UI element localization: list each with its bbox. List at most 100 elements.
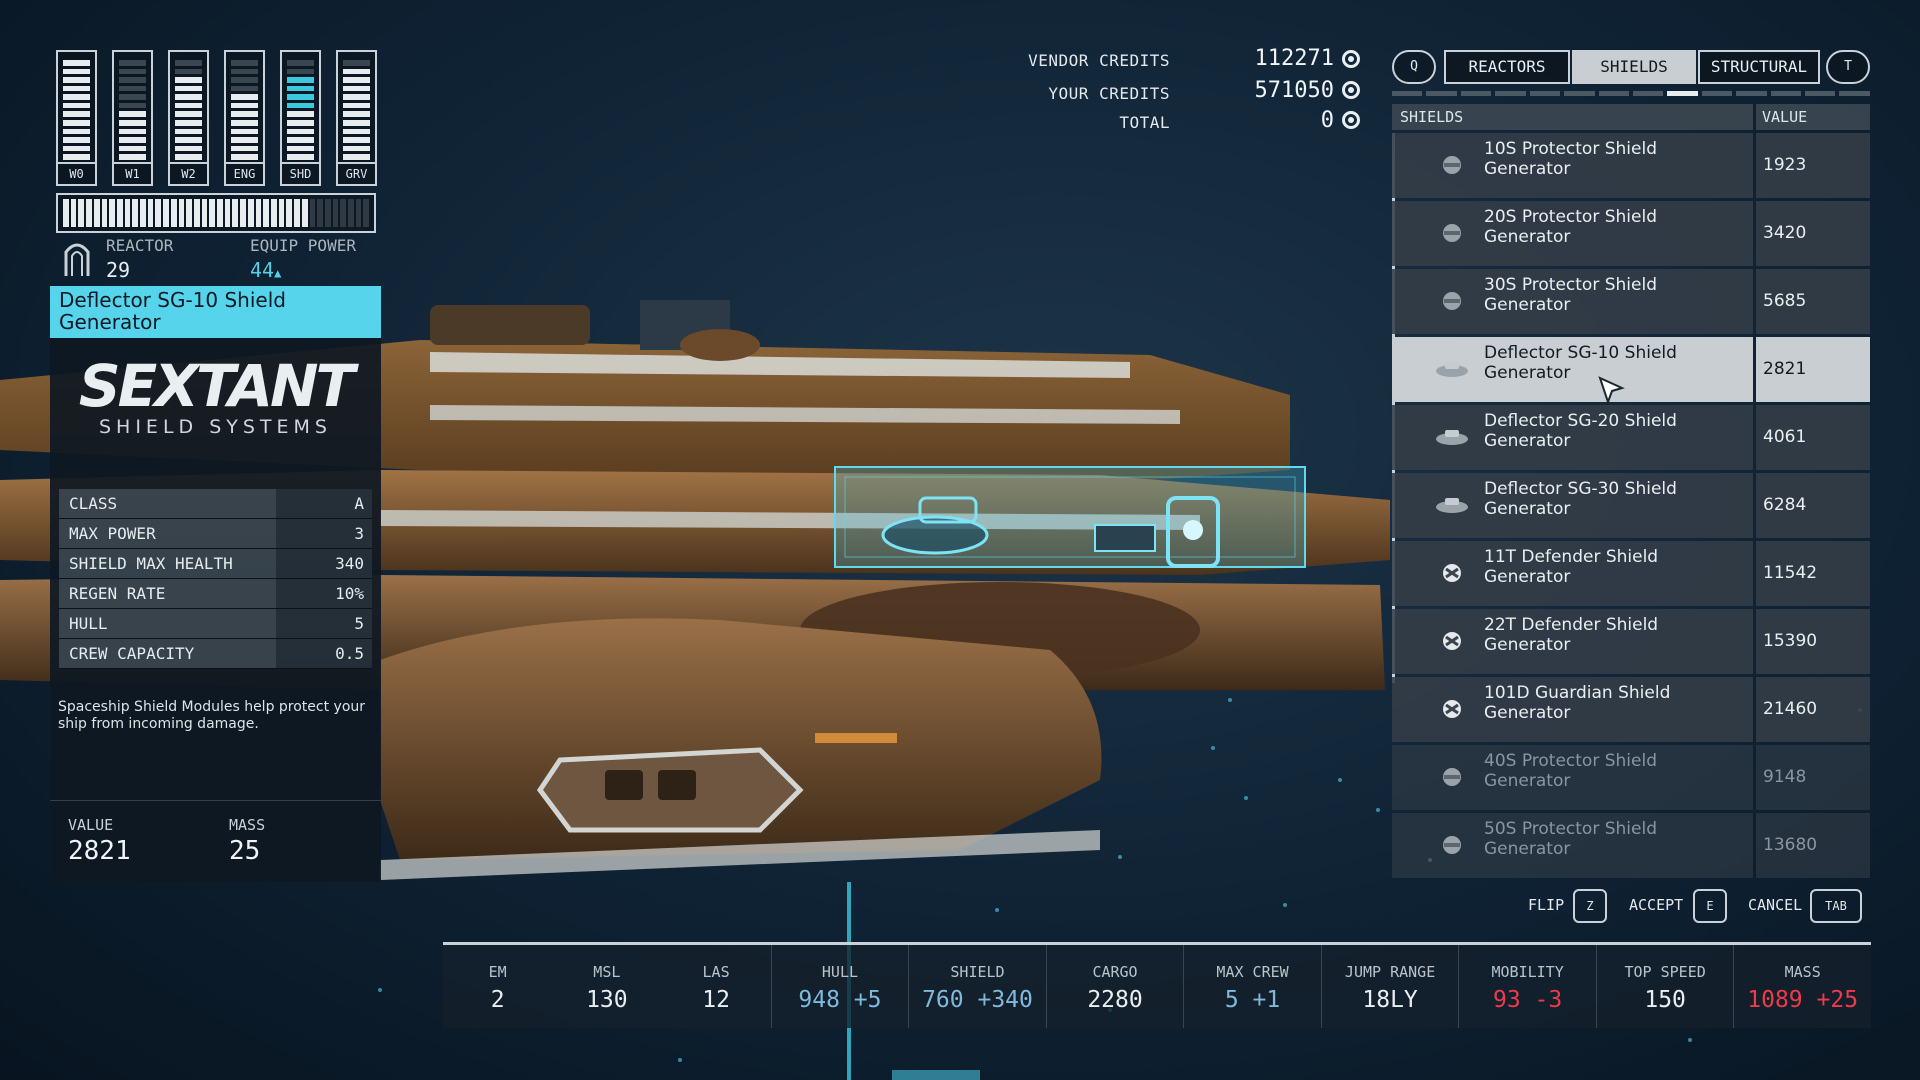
list-item-name-cell: Deflector SG-30 Shield Generator bbox=[1392, 473, 1753, 538]
stat-value: 5 bbox=[276, 609, 372, 638]
list-item[interactable]: 10S Protector Shield Generator 1923 bbox=[1392, 133, 1870, 198]
list-item-name: 10S Protector Shield Generator bbox=[1484, 139, 1657, 179]
list-item[interactable]: 50S Protector Shield Generator 13680 bbox=[1392, 813, 1870, 878]
ship-stat-value: 130 bbox=[586, 987, 628, 1013]
ship-stat-value: 93 -3 bbox=[1492, 987, 1563, 1013]
reactor-icon bbox=[64, 243, 90, 276]
prev-tab-key[interactable]: Q bbox=[1392, 50, 1436, 84]
list-item[interactable]: 40S Protector Shield Generator 9148 bbox=[1392, 745, 1870, 810]
cancel-button[interactable]: TAB bbox=[1810, 889, 1862, 923]
vendor-credits-label: VENDOR CREDITS bbox=[1028, 51, 1170, 70]
ship-stat-label: MASS bbox=[1784, 963, 1821, 981]
flip-label: FLIP bbox=[1528, 896, 1565, 914]
your-credits-value: 571050 bbox=[1254, 78, 1334, 103]
list-item-name-cell: Deflector SG-20 Shield Generator bbox=[1392, 405, 1753, 470]
list-item-value: 11542 bbox=[1756, 541, 1870, 606]
mass-amount: 25 bbox=[229, 836, 261, 866]
list-item-value: 6284 bbox=[1756, 473, 1870, 538]
list-item[interactable]: 22T Defender Shield Generator 15390 bbox=[1392, 609, 1870, 674]
list-item[interactable]: Deflector SG-20 Shield Generator 4061 bbox=[1392, 405, 1870, 470]
list-item[interactable]: 20S Protector Shield Generator 3420 bbox=[1392, 201, 1870, 266]
ship-stat-jump-range: JUMP RANGE 18LY bbox=[1322, 945, 1460, 1028]
list-item-name: 22T Defender Shield Generator bbox=[1484, 615, 1659, 655]
value-label: VALUE bbox=[68, 816, 114, 834]
ship-stat-value: 150 bbox=[1644, 987, 1686, 1013]
list-item[interactable]: Deflector SG-30 Shield Generator 6284 bbox=[1392, 473, 1870, 538]
tab-shields[interactable]: SHIELDS bbox=[1572, 50, 1696, 84]
ship-stat-value: 5 +1 bbox=[1224, 987, 1281, 1013]
tab-structural[interactable]: STRUCTURAL bbox=[1698, 50, 1820, 84]
ship-stat-label: MOBILITY bbox=[1491, 963, 1564, 981]
ship-stat-value: 18LY bbox=[1362, 987, 1418, 1013]
power-bar-label: ENG bbox=[226, 162, 263, 184]
ship-stat-label: TOP SPEED bbox=[1624, 963, 1706, 981]
accept-label: ACCEPT bbox=[1629, 896, 1684, 914]
power-bar-w2[interactable]: W2 bbox=[168, 50, 209, 186]
list-item[interactable]: 30S Protector Shield Generator 5685 bbox=[1392, 269, 1870, 334]
power-bar-w1[interactable]: W1 bbox=[112, 50, 153, 186]
vendor-credits-value: 112271 bbox=[1254, 46, 1334, 71]
list-item[interactable]: 11T Defender Shield Generator 11542 bbox=[1392, 541, 1870, 606]
ship-stat-value: 12 bbox=[702, 987, 730, 1013]
your-credits-label: YOUR CREDITS bbox=[1048, 84, 1170, 103]
ship-stat-delta: +340 bbox=[977, 987, 1033, 1013]
list-item-name-cell: 11T Defender Shield Generator bbox=[1392, 541, 1753, 606]
weapon-stats-group: EM 2 MSL 130 LAS 12 bbox=[443, 945, 772, 1028]
equip-power-label: EQUIP POWER bbox=[250, 236, 356, 255]
list-item-name: 50S Protector Shield Generator bbox=[1484, 819, 1657, 859]
list-header-name: SHIELDS bbox=[1392, 104, 1753, 130]
list-item-name-cell: 40S Protector Shield Generator bbox=[1392, 745, 1753, 810]
reactor-capacity-bar bbox=[56, 193, 376, 233]
stat-label: MAX POWER bbox=[59, 519, 276, 548]
list-item-value: 5685 bbox=[1756, 269, 1870, 334]
value-amount: 2821 bbox=[68, 836, 131, 866]
stat-value: A bbox=[276, 489, 372, 518]
power-bar-grv[interactable]: GRV bbox=[336, 50, 377, 186]
list-item-name: 101D Guardian Shield Generator bbox=[1484, 683, 1671, 723]
credits-icon bbox=[1342, 111, 1360, 129]
stat-row: REGEN RATE 10% bbox=[59, 579, 372, 609]
ship-stat-delta: +5 bbox=[853, 987, 882, 1013]
list-item-value: 3420 bbox=[1756, 201, 1870, 266]
tab-reactors[interactable]: REACTORS bbox=[1444, 50, 1570, 84]
cancel-label: CANCEL bbox=[1748, 896, 1803, 914]
ship-stat-value: 760 +340 bbox=[922, 987, 1033, 1013]
accept-button[interactable]: E bbox=[1693, 889, 1727, 923]
reactor-value: 29 bbox=[106, 258, 131, 282]
stat-value: 0.5 bbox=[276, 639, 372, 668]
module-title: Deflector SG-10 Shield Generator bbox=[50, 286, 381, 338]
list-header-value: VALUE bbox=[1756, 104, 1870, 130]
list-item-name: 11T Defender Shield Generator bbox=[1484, 547, 1659, 587]
ship-stat-label: EM bbox=[488, 963, 507, 981]
list-item-name: 40S Protector Shield Generator bbox=[1484, 751, 1657, 791]
credits-icon bbox=[1342, 81, 1360, 99]
list-item-name-cell: 30S Protector Shield Generator bbox=[1392, 269, 1753, 334]
ship-stat-label: CARGO bbox=[1092, 963, 1138, 981]
ship-stat-label: LAS bbox=[702, 963, 730, 981]
power-bar-label: W0 bbox=[58, 162, 95, 184]
flip-button[interactable]: Z bbox=[1573, 889, 1607, 923]
list-item-value: 21460 bbox=[1756, 677, 1870, 742]
power-bar-w0[interactable]: W0 bbox=[56, 50, 97, 186]
brand-main: SEXTANT bbox=[78, 352, 355, 420]
list-item[interactable]: Deflector SG-10 Shield Generator 2821 bbox=[1392, 337, 1870, 402]
mouse-cursor-icon bbox=[1598, 376, 1625, 406]
next-tab-key[interactable]: T bbox=[1826, 50, 1870, 84]
tab-position-track bbox=[1392, 91, 1870, 96]
shields-list: SHIELDS VALUE 10S Protector Shield Gener… bbox=[1392, 104, 1870, 878]
stat-row: CREW CAPACITY 0.5 bbox=[59, 639, 372, 669]
ship-stat-msl: MSL 130 bbox=[552, 945, 661, 1028]
ship-stat-label: SHIELD bbox=[950, 963, 1005, 981]
stat-value: 3 bbox=[276, 519, 372, 548]
ship-stat-delta: +25 bbox=[1816, 987, 1859, 1013]
list-item-value: 4061 bbox=[1756, 405, 1870, 470]
power-bar-label: SHD bbox=[282, 162, 319, 184]
power-bar-shd[interactable]: SHD bbox=[280, 50, 321, 186]
ship-stat-value: 2 bbox=[490, 987, 505, 1013]
list-item[interactable]: 101D Guardian Shield Generator 21460 bbox=[1392, 677, 1870, 742]
power-bar-label: GRV bbox=[338, 162, 375, 184]
ship-stat-value: 2280 bbox=[1087, 987, 1143, 1013]
list-item-name: 30S Protector Shield Generator bbox=[1484, 275, 1657, 315]
power-bar-eng[interactable]: ENG bbox=[224, 50, 265, 186]
stat-label: SHIELD MAX HEALTH bbox=[59, 549, 276, 578]
